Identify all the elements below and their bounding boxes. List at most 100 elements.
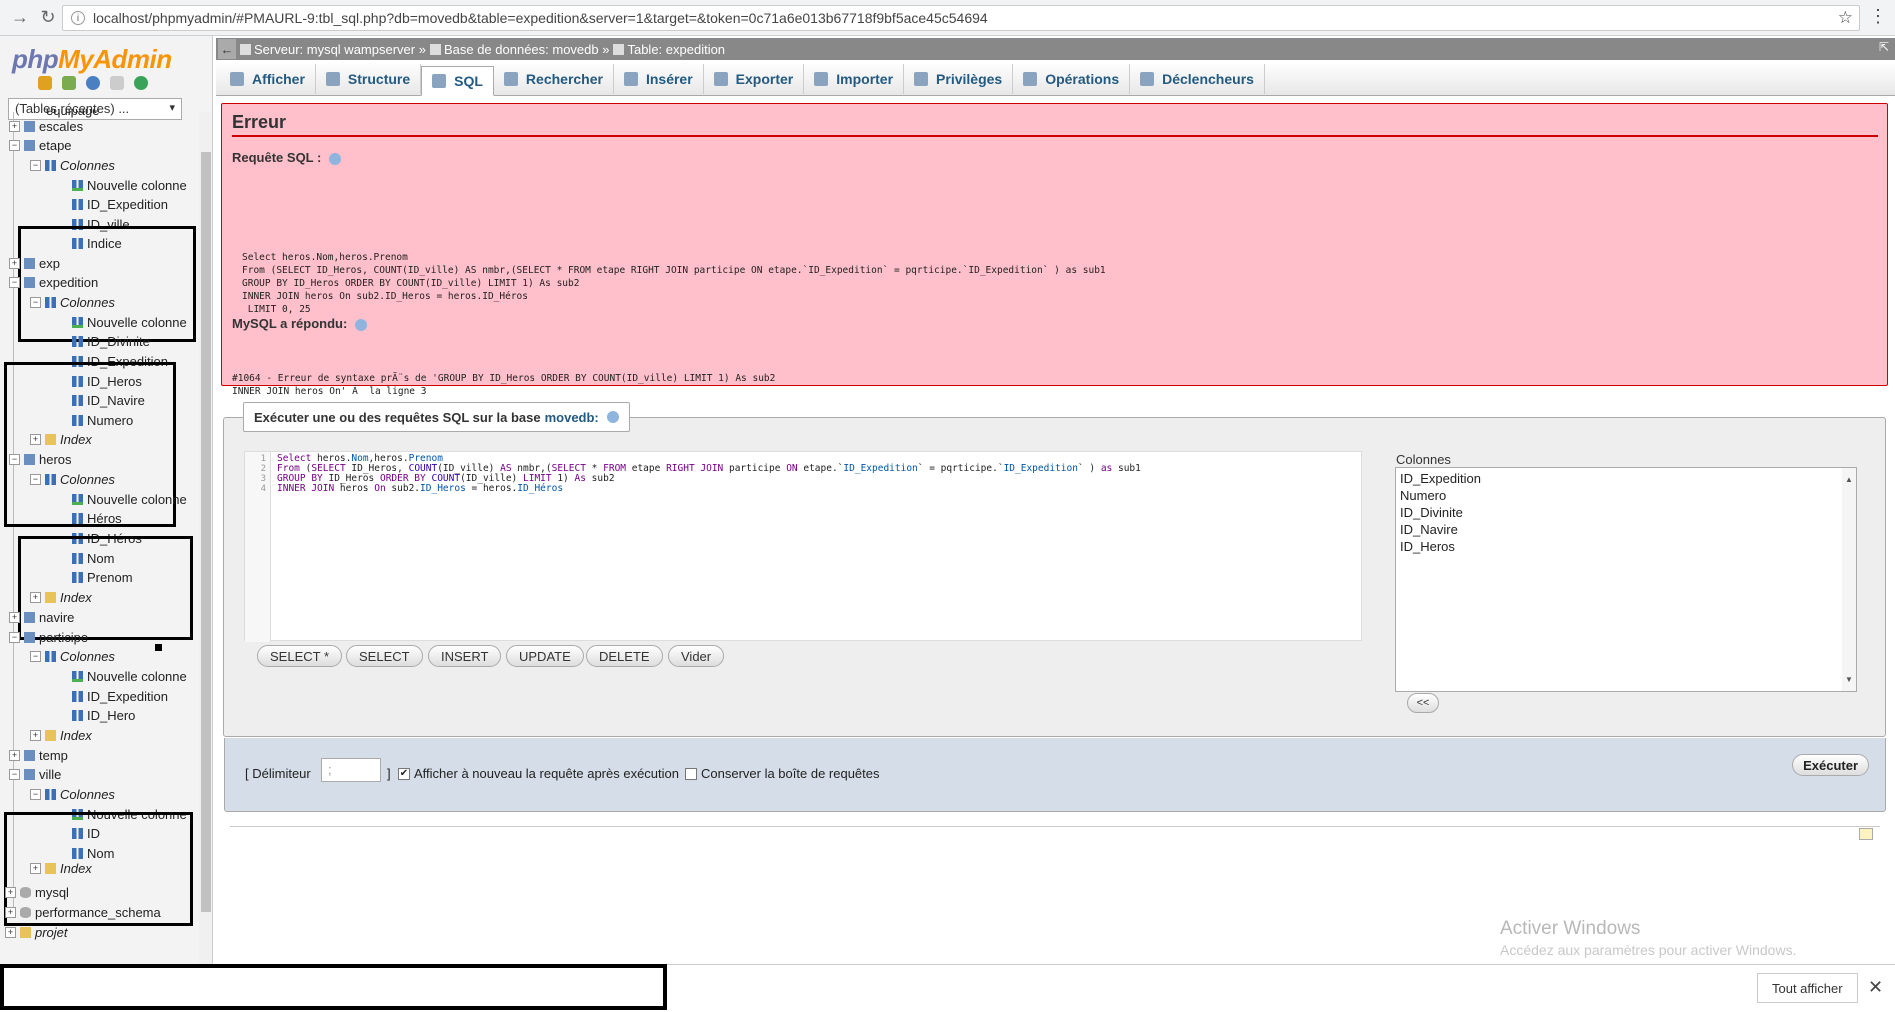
tree-item-index[interactable]: + Index bbox=[30, 726, 92, 744]
privileges-icon bbox=[914, 72, 929, 86]
tab-inserer[interactable]: Insérer bbox=[614, 64, 704, 94]
info-icon[interactable]: i bbox=[71, 11, 85, 25]
tab-importer[interactable]: Importer bbox=[804, 64, 905, 94]
tree-item-expedition[interactable]: − expedition bbox=[9, 273, 98, 291]
tree-item-colonnes[interactable]: − Colonnes bbox=[30, 293, 115, 311]
columns-icon bbox=[45, 473, 56, 485]
tab-sql[interactable]: SQL bbox=[421, 66, 494, 96]
tree-item-new-column[interactable]: Nouvelle colonne bbox=[72, 667, 187, 685]
phpmyadmin-logo[interactable]: phpMyAdmin bbox=[12, 44, 172, 75]
folder-icon bbox=[45, 729, 56, 741]
show-again-checkbox[interactable]: ✔ bbox=[398, 768, 410, 780]
query-options-bar: [ Délimiteur ; ] ✔ Afficher à nouveau la… bbox=[224, 738, 1886, 812]
line-number-gutter: 1 2 3 4 bbox=[245, 452, 271, 642]
breadcrumb-database[interactable]: Base de données: movedb » bbox=[429, 42, 609, 57]
tree-item-heros[interactable]: − heros bbox=[9, 450, 72, 468]
tree-item-etape[interactable]: − etape bbox=[9, 136, 72, 154]
tree-item-exp[interactable]: + exp bbox=[9, 254, 60, 272]
tree-item-column[interactable]: Héros bbox=[72, 509, 122, 527]
url-text: localhost/phpmyadmin/#PMAURL-9:tbl_sql.p… bbox=[93, 10, 988, 26]
maximize-icon[interactable]: ⇱ bbox=[1879, 40, 1889, 54]
docs-icon[interactable] bbox=[110, 76, 124, 90]
folder-icon bbox=[20, 926, 31, 938]
delimiter-input[interactable]: ; bbox=[321, 758, 381, 782]
tree-item-new-column[interactable]: Nouvelle colonne bbox=[72, 176, 187, 194]
address-bar[interactable]: i localhost/phpmyadmin/#PMAURL-9:tbl_sql… bbox=[62, 5, 1860, 31]
column-option[interactable]: ID_Navire bbox=[1400, 521, 1852, 538]
tree-item-new-column[interactable]: Nouvelle colonne bbox=[72, 313, 187, 331]
collapse-icon[interactable]: ← bbox=[218, 39, 236, 59]
tree-item-projet[interactable]: + projet bbox=[5, 923, 68, 941]
tree-item-participe[interactable]: − participe bbox=[9, 628, 88, 646]
columns-scrollbar[interactable]: ▲ ▼ bbox=[1842, 468, 1856, 691]
help-icon[interactable] bbox=[86, 76, 100, 90]
select-star-button[interactable]: SELECT * bbox=[257, 645, 343, 667]
database-icon bbox=[429, 43, 441, 55]
wrench-icon bbox=[1023, 72, 1038, 86]
tree-item-column[interactable]: ID_Divinite bbox=[72, 332, 150, 350]
clear-button[interactable]: Vider bbox=[668, 645, 725, 667]
columns-icon bbox=[45, 296, 56, 308]
column-option[interactable]: Numero bbox=[1400, 487, 1852, 504]
show-all-downloads-button[interactable]: Tout afficher bbox=[1757, 973, 1858, 1003]
tree-item-navire[interactable]: + navire bbox=[9, 608, 74, 626]
tab-rechercher[interactable]: Rechercher bbox=[494, 64, 614, 94]
help-icon[interactable] bbox=[355, 318, 368, 331]
error-query: Select heros.Nom,heros.Prenom From (SELEC… bbox=[242, 252, 1106, 315]
table-icon bbox=[24, 768, 35, 780]
tree-item-colonnes[interactable]: − Colonnes bbox=[30, 785, 115, 803]
tab-exporter[interactable]: Exporter bbox=[704, 64, 805, 94]
tree-item-escales[interactable]: + escales bbox=[9, 117, 83, 135]
tree-item-column[interactable]: ID_Expedition bbox=[72, 687, 168, 705]
tree-item-colonnes[interactable]: − Colonnes bbox=[30, 470, 115, 488]
tree-item-temp[interactable]: + temp bbox=[9, 746, 68, 764]
tree-item-colonnes[interactable]: − Colonnes bbox=[30, 647, 115, 665]
select-button[interactable]: SELECT bbox=[346, 645, 423, 667]
tab-operations[interactable]: Opérations bbox=[1013, 64, 1131, 94]
insert-column-button[interactable]: << bbox=[1407, 693, 1439, 713]
mysql-response-label: MySQL a répondu: bbox=[232, 316, 368, 331]
tree-item-column[interactable]: ID_Expedition bbox=[72, 195, 168, 213]
console-icon[interactable] bbox=[1859, 828, 1873, 840]
bookmark-star-icon[interactable]: ☆ bbox=[1838, 8, 1853, 28]
new-column-icon bbox=[72, 493, 83, 505]
help-icon[interactable] bbox=[606, 411, 619, 423]
execute-button[interactable]: Exécuter bbox=[1792, 754, 1869, 776]
sidebar-shortcuts bbox=[38, 76, 148, 90]
home-icon[interactable] bbox=[38, 76, 52, 90]
update-button[interactable]: UPDATE bbox=[506, 645, 584, 667]
new-column-icon bbox=[72, 179, 83, 191]
tab-afficher[interactable]: Afficher bbox=[220, 64, 316, 94]
columns-listbox[interactable]: ID_Expedition Numero ID_Divinite ID_Navi… bbox=[1395, 467, 1857, 692]
forward-icon[interactable]: → bbox=[6, 4, 34, 32]
help-icon[interactable] bbox=[329, 152, 342, 165]
reload-icon[interactable]: ↻ bbox=[34, 4, 62, 32]
browser-menu-icon[interactable]: ⋮ bbox=[1869, 6, 1887, 27]
breadcrumb-table[interactable]: Table: expedition bbox=[613, 42, 725, 57]
keep-box-checkbox[interactable] bbox=[685, 768, 697, 780]
tree-item-mysql[interactable]: + mysql bbox=[5, 883, 69, 901]
sql-editor-text: Select heros.Nom,heros.Prenom From (SELEC… bbox=[277, 453, 1141, 494]
close-icon[interactable]: ✕ bbox=[1868, 977, 1883, 998]
column-option[interactable]: ID_Divinite bbox=[1400, 504, 1852, 521]
tree-item-ville[interactable]: − ville bbox=[9, 765, 61, 783]
tab-structure[interactable]: Structure bbox=[316, 64, 422, 94]
tree-item-new-column[interactable]: Nouvelle colonne bbox=[72, 490, 187, 508]
reload-nav-icon[interactable] bbox=[134, 76, 148, 90]
tree-item-performance-schema[interactable]: + performance_schema bbox=[5, 903, 161, 921]
sidebar-scrollbar[interactable] bbox=[199, 112, 212, 964]
tree-item-column[interactable]: ID_Hero bbox=[72, 706, 135, 724]
column-option[interactable]: ID_Expedition bbox=[1400, 470, 1852, 487]
logout-icon[interactable] bbox=[62, 76, 76, 90]
tree-item-colonnes[interactable]: − Colonnes bbox=[30, 156, 115, 174]
new-column-icon bbox=[72, 316, 83, 328]
column-option[interactable]: ID_Heros bbox=[1400, 538, 1852, 555]
tab-privileges[interactable]: Privilèges bbox=[904, 64, 1014, 94]
tab-declencheurs[interactable]: Déclencheurs bbox=[1130, 64, 1265, 94]
breadcrumb-server[interactable]: Serveur: mysql wampserver » bbox=[240, 42, 426, 57]
table-icon bbox=[24, 631, 35, 643]
database-link[interactable]: movedb: bbox=[545, 410, 599, 425]
sql-editor[interactable]: 1 2 3 4 Select heros.Nom,heros.Prenom Fro… bbox=[244, 451, 1362, 642]
insert-button[interactable]: INSERT bbox=[428, 645, 502, 667]
delete-button[interactable]: DELETE bbox=[586, 645, 663, 667]
